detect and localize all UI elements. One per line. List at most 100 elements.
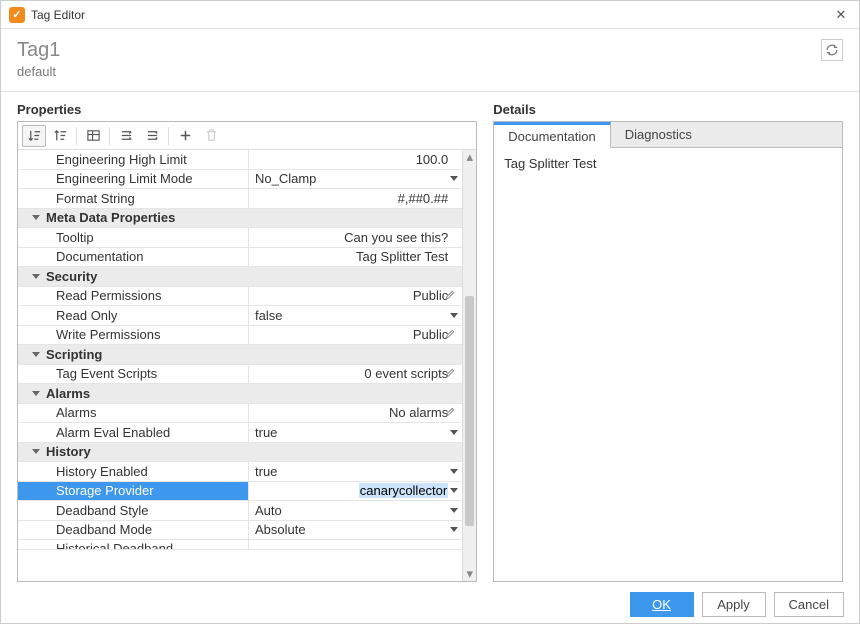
footer: OK Apply Cancel xyxy=(0,584,860,624)
group-label: Alarms xyxy=(46,386,90,401)
scroll-thumb[interactable] xyxy=(465,296,474,526)
ok-button[interactable]: OK xyxy=(630,592,694,617)
properties-panel: Properties xyxy=(17,102,477,582)
prop-value: false xyxy=(255,308,282,323)
add-button[interactable] xyxy=(173,125,197,147)
properties-toolbar xyxy=(18,122,476,150)
prop-value: Public xyxy=(413,327,448,342)
chevron-down-icon xyxy=(32,449,40,454)
collapse-all-button[interactable] xyxy=(114,125,138,147)
prop-value: No_Clamp xyxy=(255,171,316,186)
expand-all-icon xyxy=(145,128,160,143)
prop-value: Tag Splitter Test xyxy=(356,249,448,264)
prop-value: Public xyxy=(413,288,448,303)
sort-category-button[interactable] xyxy=(22,125,46,147)
expand-all-button[interactable] xyxy=(140,125,164,147)
prop-value: #,##0.## xyxy=(398,191,449,206)
details-content: Tag Splitter Test xyxy=(494,148,842,581)
properties-title: Properties xyxy=(17,102,477,121)
chevron-down-icon xyxy=(32,391,40,396)
group-label: History xyxy=(46,444,91,459)
close-button[interactable]: ✕ xyxy=(831,5,851,25)
dropdown-icon[interactable] xyxy=(450,527,458,532)
chevron-down-icon xyxy=(32,352,40,357)
group-scripting[interactable]: Scripting xyxy=(18,345,462,365)
collapse-all-icon xyxy=(119,128,134,143)
group-alarms[interactable]: Alarms xyxy=(18,384,462,404)
prop-tooltip[interactable]: Tooltip Can you see this? xyxy=(18,228,462,248)
prop-value: Can you see this? xyxy=(344,230,448,245)
delete-button xyxy=(199,125,223,147)
prop-label: Format String xyxy=(56,191,135,206)
scroll-down-icon[interactable]: ▾ xyxy=(463,567,476,581)
prop-eng-high-limit[interactable]: Engineering High Limit 100.0 xyxy=(18,150,462,170)
prop-historical-deadband[interactable]: Historical Deadband xyxy=(18,540,462,550)
plus-icon xyxy=(178,128,193,143)
tab-documentation[interactable]: Documentation xyxy=(494,122,610,148)
prop-deadband-style[interactable]: Deadband Style Auto xyxy=(18,501,462,521)
prop-read-only[interactable]: Read Only false xyxy=(18,306,462,326)
edit-icon[interactable] xyxy=(444,289,458,303)
prop-documentation[interactable]: Documentation Tag Splitter Test xyxy=(18,248,462,268)
prop-value: canarycollector xyxy=(359,483,448,498)
prop-label: Deadband Mode xyxy=(56,522,152,537)
cancel-button[interactable]: Cancel xyxy=(774,592,844,617)
prop-deadband-mode[interactable]: Deadband Mode Absolute xyxy=(18,521,462,541)
dropdown-icon[interactable] xyxy=(450,176,458,181)
tab-diagnostics[interactable]: Diagnostics xyxy=(611,122,706,147)
view-table-button[interactable] xyxy=(81,125,105,147)
group-security[interactable]: Security xyxy=(18,267,462,287)
prop-label: Alarm Eval Enabled xyxy=(56,425,170,440)
close-icon: ✕ xyxy=(836,7,847,23)
view-table-icon xyxy=(86,128,101,143)
details-title: Details xyxy=(493,102,843,121)
header: Tag1 default xyxy=(1,29,859,92)
dropdown-icon[interactable] xyxy=(450,313,458,318)
property-grid[interactable]: Engineering High Limit 100.0 Engineering… xyxy=(18,150,462,581)
edit-icon[interactable] xyxy=(444,367,458,381)
prop-tag-event-scripts[interactable]: Tag Event Scripts 0 event scripts xyxy=(18,365,462,385)
prop-label: Write Permissions xyxy=(56,327,161,342)
apply-button[interactable]: Apply xyxy=(702,592,766,617)
prop-value: 0 event scripts xyxy=(364,366,448,381)
prop-eng-limit-mode[interactable]: Engineering Limit Mode No_Clamp xyxy=(18,170,462,190)
prop-write-permissions[interactable]: Write Permissions Public xyxy=(18,326,462,346)
dropdown-icon[interactable] xyxy=(450,508,458,513)
prop-label: Documentation xyxy=(56,249,143,264)
prop-label: Tooltip xyxy=(56,230,94,245)
group-history[interactable]: History xyxy=(18,443,462,463)
prop-alarms[interactable]: Alarms No alarms xyxy=(18,404,462,424)
dropdown-icon[interactable] xyxy=(450,488,458,493)
trash-icon xyxy=(204,128,219,143)
chevron-down-icon xyxy=(32,274,40,279)
prop-read-permissions[interactable]: Read Permissions Public xyxy=(18,287,462,307)
prop-label: Deadband Style xyxy=(56,503,149,518)
prop-format-string[interactable]: Format String #,##0.## xyxy=(18,189,462,209)
prop-label: Storage Provider xyxy=(56,483,154,498)
prop-label: Read Only xyxy=(56,308,117,323)
chevron-down-icon xyxy=(32,215,40,220)
prop-label: Engineering Limit Mode xyxy=(56,171,193,186)
edit-icon[interactable] xyxy=(444,328,458,342)
prop-value: No alarms xyxy=(389,405,448,420)
prop-storage-provider[interactable]: Storage Provider canarycollector xyxy=(18,482,462,502)
window-title: Tag Editor xyxy=(31,8,831,22)
edit-icon[interactable] xyxy=(444,406,458,420)
dropdown-icon[interactable] xyxy=(450,469,458,474)
prop-alarm-eval-enabled[interactable]: Alarm Eval Enabled true xyxy=(18,423,462,443)
prop-value: true xyxy=(255,464,277,479)
group-label: Scripting xyxy=(46,347,102,362)
details-tabs: Documentation Diagnostics xyxy=(494,122,842,148)
dropdown-icon[interactable] xyxy=(450,430,458,435)
refresh-button[interactable] xyxy=(821,39,843,61)
tag-name: Tag1 xyxy=(17,39,821,62)
sort-alpha-button[interactable] xyxy=(48,125,72,147)
prop-label: Historical Deadband xyxy=(56,541,173,549)
scroll-up-icon[interactable]: ▴ xyxy=(463,150,476,164)
scrollbar[interactable]: ▴ ▾ xyxy=(462,150,476,581)
prop-value: true xyxy=(255,425,277,440)
prop-label: Read Permissions xyxy=(56,288,162,303)
prop-label: Engineering High Limit xyxy=(56,152,187,167)
prop-history-enabled[interactable]: History Enabled true xyxy=(18,462,462,482)
group-meta-data[interactable]: Meta Data Properties xyxy=(18,209,462,229)
